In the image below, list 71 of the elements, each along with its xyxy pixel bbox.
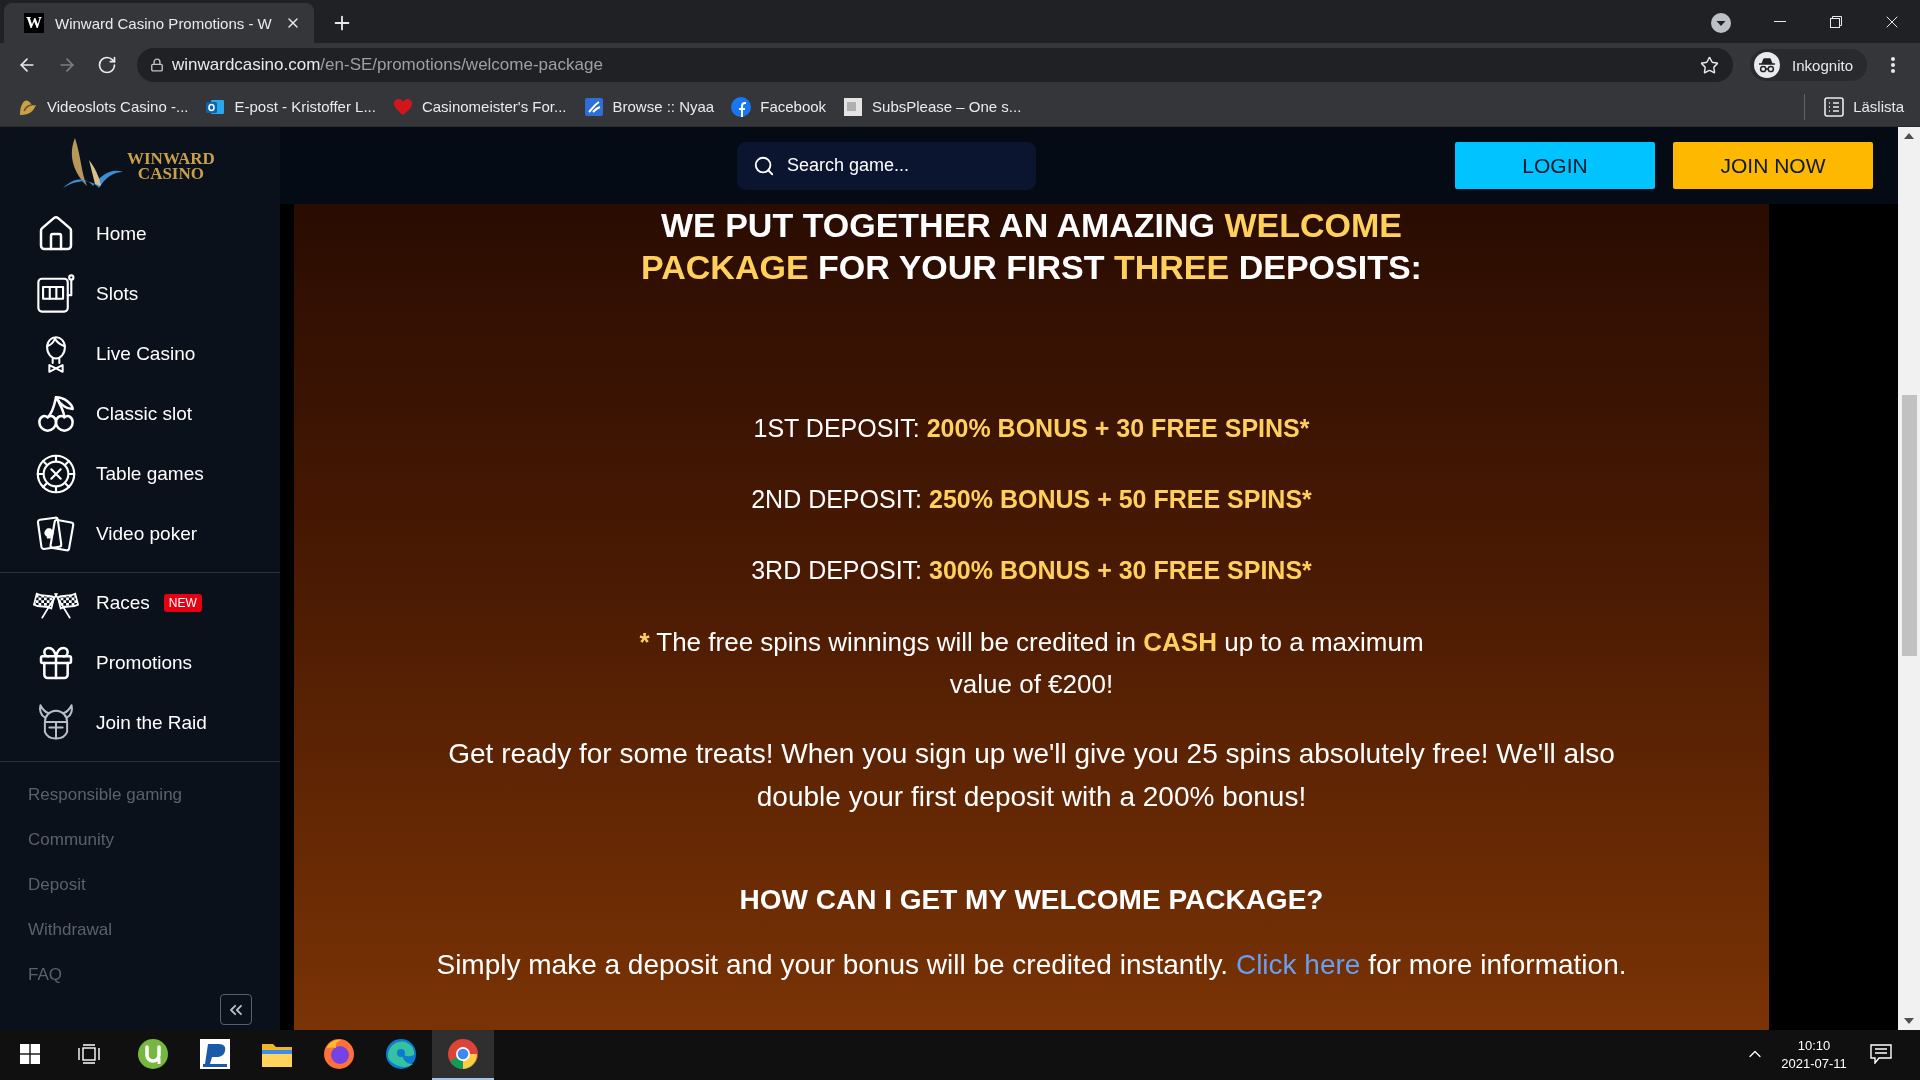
collapse-sidebar-button[interactable] <box>220 994 252 1025</box>
address-bar[interactable]: winwardcasino.com/en-SE/promotions/welcome-package <box>137 48 1734 82</box>
tab-title: Winward Casino Promotions - W <box>55 14 273 32</box>
clock-time: 10:10 <box>1797 1037 1831 1055</box>
logo-text: CASINO <box>137 165 204 181</box>
restore-icon <box>1830 15 1842 28</box>
logo-text: WINWARD <box>127 150 215 166</box>
sidebar-nav-item[interactable]: Races NEW <box>0 573 280 633</box>
bookmark-link[interactable]: Browse :: Nyaa <box>575 91 723 122</box>
caret-down-icon <box>1904 1018 1914 1024</box>
bookmark-link[interactable]: Casinomeister's For... <box>384 91 575 122</box>
info-paragraph: Simply make a deposit and your bonus will be credited instantly. Click here for more information. <box>436 948 1627 982</box>
lock-icon <box>150 58 164 72</box>
minimize-icon <box>1774 21 1786 22</box>
bookmark-link[interactable]: Videoslots Casino -... <box>10 91 197 122</box>
favicon-icon <box>583 96 604 117</box>
poker-chip-icon <box>36 454 76 494</box>
u-circle-app-icon <box>137 1038 169 1070</box>
site-favicon: W <box>24 13 44 33</box>
more-info-link[interactable]: Click here <box>1235 949 1361 980</box>
search-field[interactable]: Search game... <box>737 141 1036 190</box>
caret-circle-icon <box>1711 13 1731 33</box>
fox-globe-icon <box>323 1038 355 1070</box>
sidebar-nav-item[interactable]: Table games <box>0 444 280 504</box>
slot-machine-icon <box>36 274 76 314</box>
login-button[interactable]: LOGIN <box>1455 142 1655 189</box>
facebook-icon <box>731 96 752 117</box>
kebab-menu-icon <box>1891 57 1895 73</box>
bookmark-link[interactable]: Facebook <box>723 91 835 122</box>
profile-button[interactable]: Inkognito <box>1750 49 1867 81</box>
url-text: winwardcasino.com/en-SE/promotions/welcome-package <box>172 55 604 75</box>
bookmark-link[interactable]: SubsPlease – One s... <box>835 91 1030 122</box>
incognito-icon <box>1754 52 1781 78</box>
p-tile-app-icon <box>199 1038 231 1070</box>
notification-icon <box>1870 1044 1892 1064</box>
taskbar-app-button[interactable] <box>432 1030 494 1080</box>
heart-icon <box>392 96 413 117</box>
list-icon <box>1824 96 1845 117</box>
sidebar-nav-item[interactable]: Live Casino <box>0 324 280 384</box>
playing-cards-icon <box>36 514 76 554</box>
bookmark-link[interactable]: E-post - Kristoffer L... <box>197 91 384 122</box>
sidebar-nav-item[interactable]: Classic slot <box>0 384 280 444</box>
promo-heading: WE PUT TOGETHER AN AMAZING WELCOME PACKAGE FOR YOUR FIRST THREE DEPOSITS: <box>640 205 1423 288</box>
ring-circle-app-icon <box>447 1038 479 1070</box>
terms-note: * The free spins winnings will be credited in CASH up to a maximum value of €200! <box>638 626 1425 701</box>
scrollbar[interactable] <box>1898 127 1920 1030</box>
caret-up-icon <box>1904 133 1914 139</box>
deposit-offer: 2ND DEPOSIT: 250% BONUS + 50 FREE SPINS* <box>751 484 1312 515</box>
browser-tab[interactable]: W Winward Casino Promotions - W <box>4 3 314 43</box>
sidebar-nav-item[interactable]: Slots <box>0 264 280 324</box>
new-badge: NEW <box>163 594 202 612</box>
sidebar-nav-item[interactable]: Join the Raid <box>0 693 280 753</box>
sidebar-nav-item[interactable]: Video poker <box>0 504 280 564</box>
section-heading: HOW CAN I GET MY WELCOME PACKAGE? <box>739 883 1324 917</box>
intro-paragraph: Get ready for some treats! When you sign up we'll give you 25 spins absolutely free! We'll also double your first deposit with a 200% bonus! <box>447 737 1616 814</box>
cherry-icon <box>36 394 76 434</box>
reload-icon <box>97 55 117 75</box>
scrollbar-thumb[interactable] <box>1901 395 1917 656</box>
join-now-button[interactable]: JOIN NOW <box>1673 142 1873 189</box>
task-view-icon <box>78 1044 100 1064</box>
deposit-offer: 3RD DEPOSIT: 300% BONUS + 30 FREE SPINS* <box>751 555 1312 586</box>
sidebar-nav-item[interactable]: Home <box>0 204 280 264</box>
favicon-icon <box>843 96 864 117</box>
swirl-globe-icon <box>385 1038 417 1070</box>
deposit-offer: 1ST DEPOSIT: 200% BONUS + 30 FREE SPINS* <box>753 413 1310 444</box>
reading-list-button[interactable]: Läslista <box>1816 91 1912 122</box>
windows-logo-icon <box>20 1044 40 1064</box>
search-icon <box>753 154 775 177</box>
star-icon <box>1699 55 1719 75</box>
sidebar-nav-item[interactable]: Promotions <box>0 633 280 693</box>
clock-date: 2021-07-11 <box>1781 1055 1847 1073</box>
